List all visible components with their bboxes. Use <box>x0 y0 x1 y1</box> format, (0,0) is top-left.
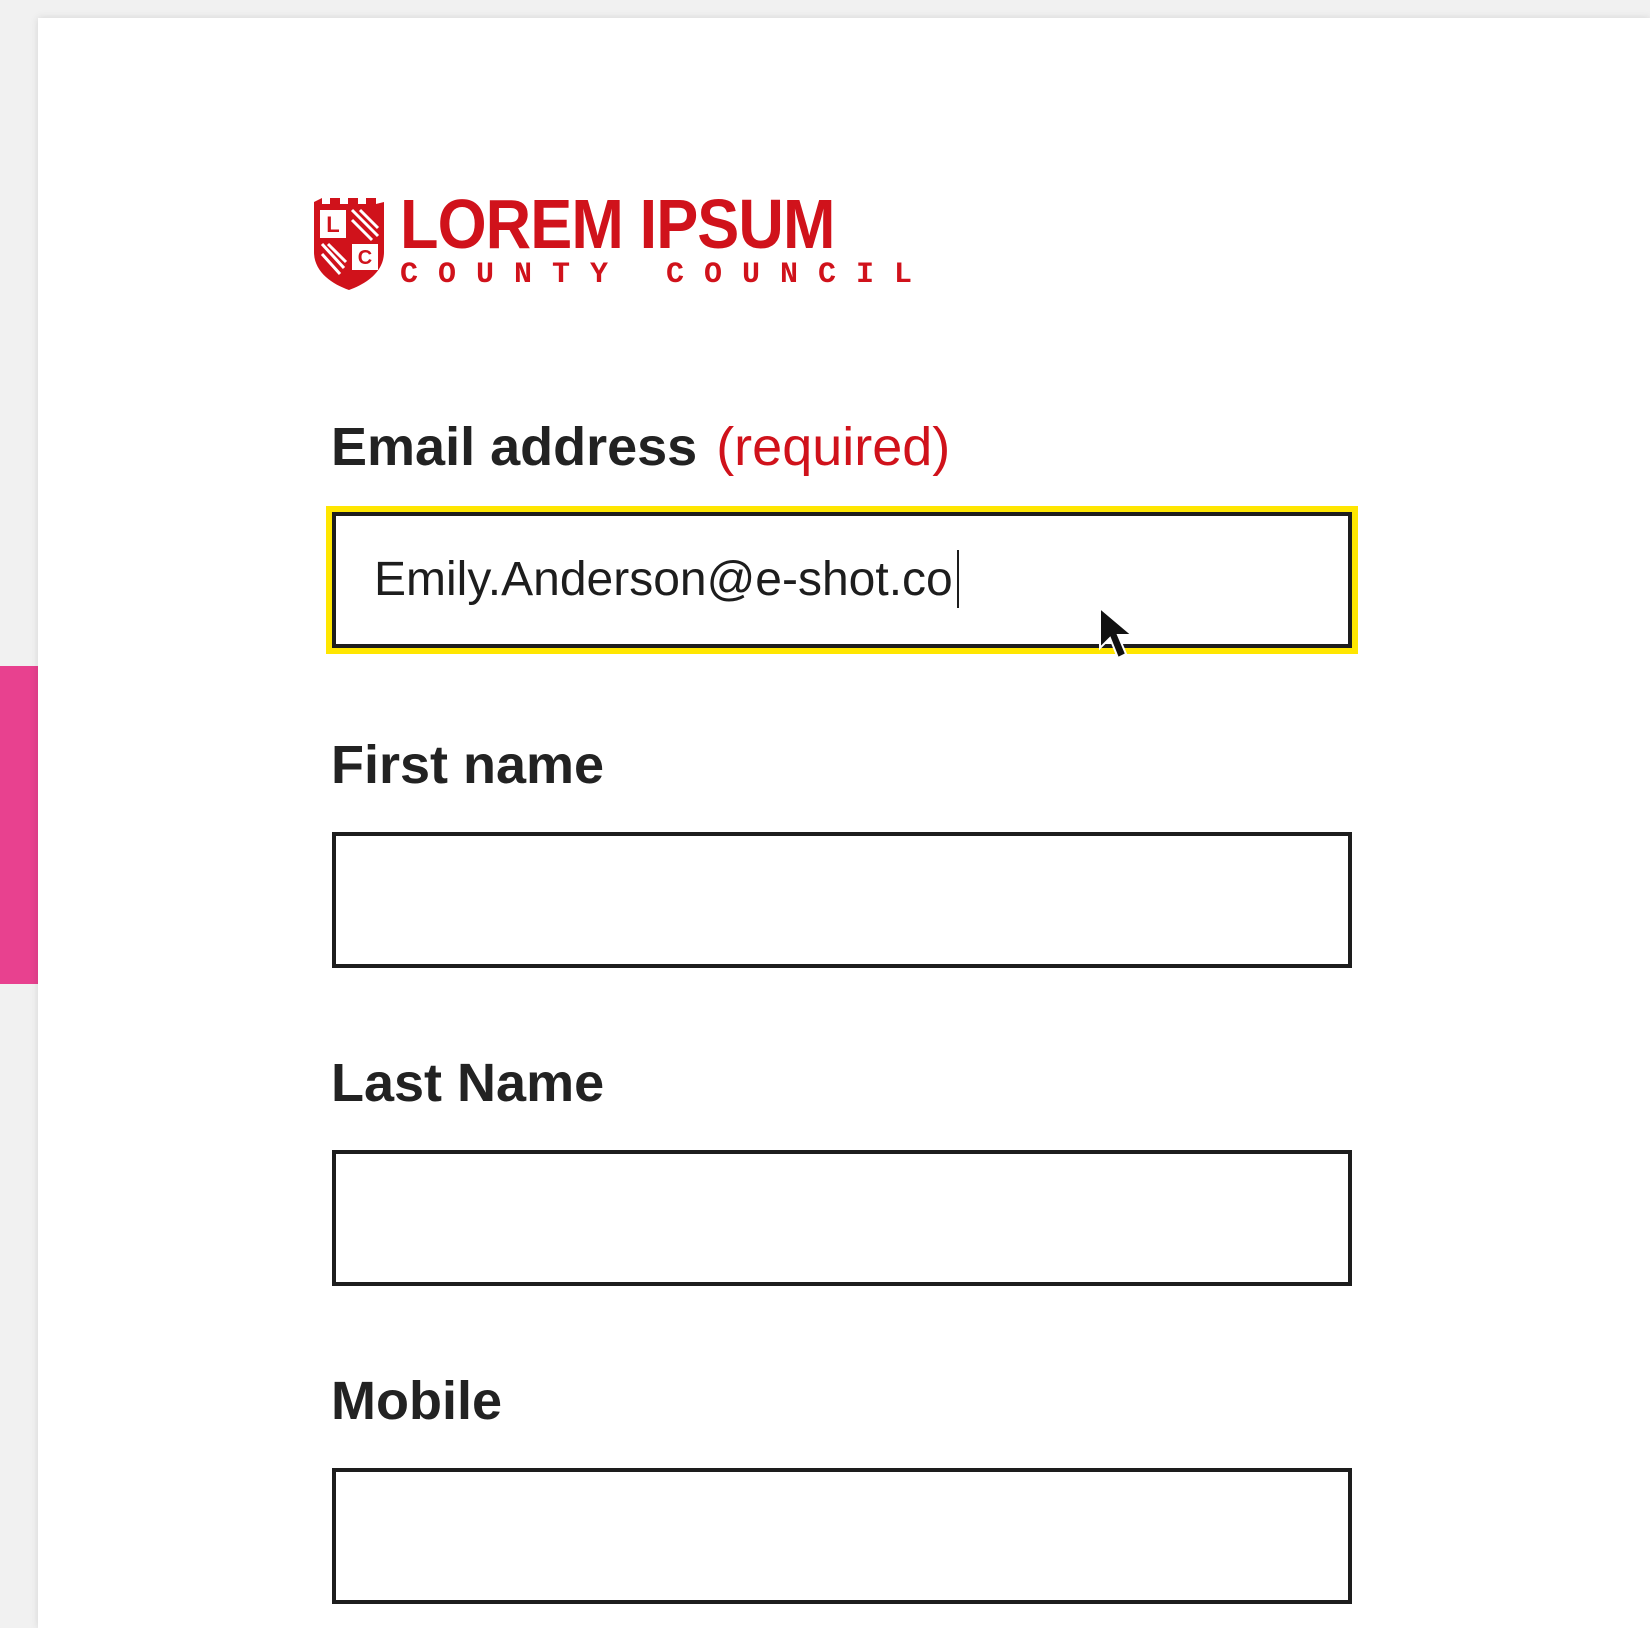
logo-title: LOREM IPSUM <box>400 185 836 263</box>
text-caret <box>956 550 959 608</box>
email-label-text: Email address <box>331 417 698 477</box>
first-name-label: First name <box>331 735 605 795</box>
mobile-field[interactable] <box>332 1468 1352 1604</box>
mouse-pointer-icon <box>1099 606 1135 660</box>
svg-text:L: L <box>326 212 339 237</box>
svg-text:C: C <box>358 247 372 269</box>
last-name-field[interactable] <box>332 1150 1352 1286</box>
logo-subtitle: COUNTY COUNCIL <box>400 258 933 292</box>
required-indicator: (required) <box>716 417 951 477</box>
mobile-label: Mobile <box>331 1371 502 1431</box>
email-field[interactable]: Emily.Anderson@e-shot.co <box>326 506 1358 654</box>
last-name-label: Last Name <box>331 1053 605 1113</box>
side-tab[interactable] <box>0 666 38 984</box>
form-card: L C LOREM IPSUM COUNTY COUNCIL Email add <box>38 18 1650 1628</box>
shield-crest-icon: L C <box>314 198 384 290</box>
email-value: Emily.Anderson@e-shot.co <box>374 552 953 606</box>
council-logo: L C LOREM IPSUM COUNTY COUNCIL <box>312 188 932 300</box>
email-label: Email address (required) <box>331 416 950 478</box>
email-value-wrap: Emily.Anderson@e-shot.co <box>374 550 959 608</box>
page: L C LOREM IPSUM COUNTY COUNCIL Email add <box>0 0 1650 1628</box>
first-name-field[interactable] <box>332 832 1352 968</box>
